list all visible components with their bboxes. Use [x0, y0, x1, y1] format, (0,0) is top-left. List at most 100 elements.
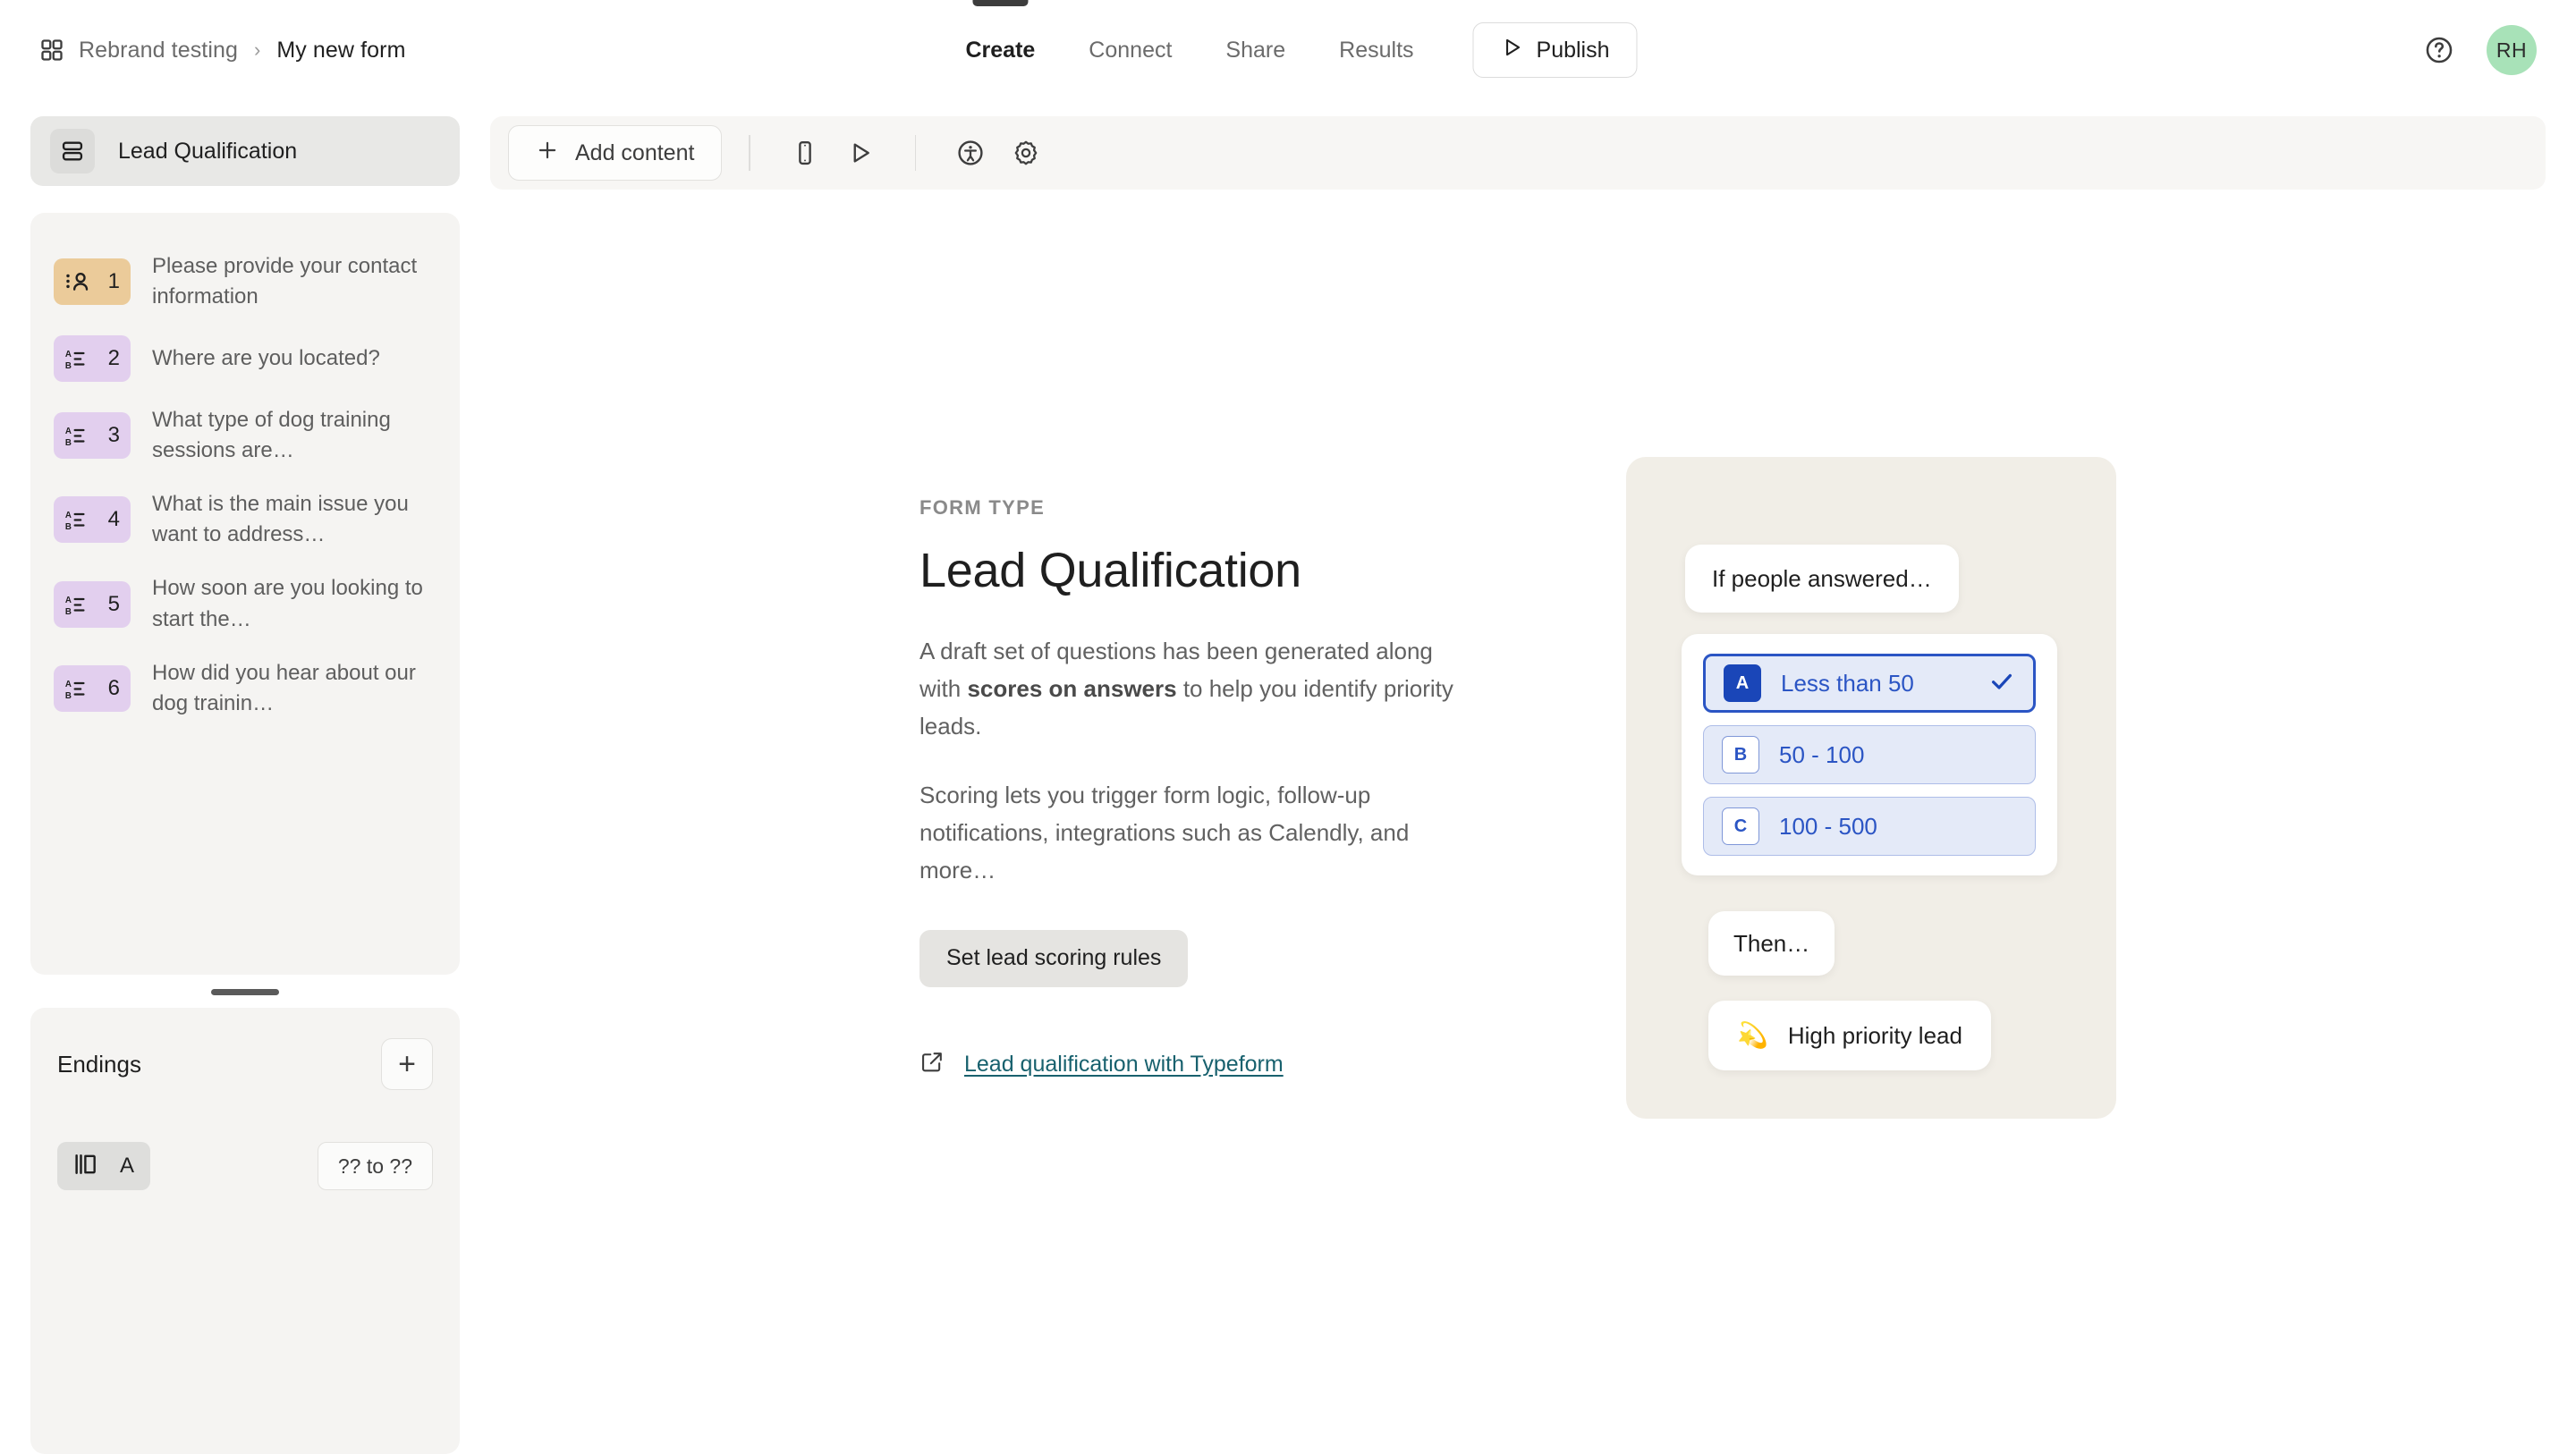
form-type-eyebrow: FORM TYPE	[919, 496, 1046, 520]
shooting-star-icon: 💫	[1737, 1021, 1768, 1049]
top-header: Rebrand testing › My new form Create Con…	[0, 0, 2576, 100]
toolbar-divider	[914, 135, 917, 171]
answer-option-a[interactable]: A Less than 50	[1703, 654, 2036, 713]
endings-panel: Endings + A ?? to ??	[30, 1008, 460, 1454]
editor-toolbar: Add content	[490, 116, 2546, 190]
option-label-c: 100 - 500	[1779, 812, 1877, 840]
tab-create[interactable]: Create	[938, 0, 1062, 100]
svg-text:B: B	[65, 438, 72, 447]
question-title: Where are you located?	[152, 346, 380, 371]
main-nav-tabs: Create Connect Share Results Publish	[938, 0, 1638, 100]
sidebar-resize-handle[interactable]	[211, 989, 279, 995]
list-item[interactable]: A B 3 What type of dog training sessions…	[30, 393, 460, 478]
question-number: 3	[107, 423, 120, 448]
sidebar-group-header[interactable]: Lead Qualification	[30, 116, 460, 186]
check-icon	[1988, 668, 2015, 699]
add-content-button[interactable]: Add content	[508, 125, 723, 181]
option-key-b: B	[1722, 736, 1759, 773]
description-paragraph-2: Scoring lets you trigger form logic, fol…	[919, 781, 1410, 883]
list-item[interactable]: A B 2 Where are you located?	[30, 324, 460, 393]
svg-text:B: B	[65, 606, 72, 615]
publish-label: Publish	[1536, 37, 1610, 63]
answer-options-card: A Less than 50 B 50 - 100 C 100 - 500	[1682, 634, 2057, 875]
question-number: 1	[107, 269, 120, 294]
if-condition-bubble: If people answered…	[1685, 545, 1959, 613]
question-title: What is the main issue you want to addre…	[152, 492, 409, 547]
description-paragraph-1: A draft set of questions has been genera…	[919, 632, 1456, 745]
question-title: How did you hear about our dog trainin…	[152, 660, 416, 715]
high-priority-lead-label: High priority lead	[1787, 1021, 1962, 1049]
main-area: Add content FORM TYPE Lead Qualification…	[490, 100, 2576, 1454]
endings-title: Endings	[57, 1050, 141, 1078]
question-number: 4	[107, 507, 120, 532]
question-title: What type of dog training sessions are…	[152, 408, 391, 463]
svg-text:A: A	[65, 350, 72, 359]
question-title: Please provide your contact information	[152, 254, 418, 309]
tab-connect[interactable]: Connect	[1062, 0, 1199, 100]
lead-qualification-doc-link[interactable]: Lead qualification with Typeform	[964, 1052, 1284, 1078]
breadcrumb-form-name[interactable]: My new form	[276, 38, 405, 63]
svg-text:B: B	[65, 691, 72, 700]
editor-canvas: FORM TYPE Lead Qualification A draft set…	[490, 190, 2546, 1454]
question-title: How soon are you looking to start the…	[152, 576, 423, 631]
settings-gear-icon[interactable]	[998, 125, 1054, 181]
multiple-choice-icon: A B 5	[54, 580, 131, 628]
multiple-choice-icon: A B 3	[54, 412, 131, 460]
breadcrumb-workspace[interactable]: Rebrand testing	[79, 38, 238, 63]
question-number: 5	[107, 591, 120, 616]
header-right-actions: RH	[2424, 25, 2537, 75]
answer-option-c[interactable]: C 100 - 500	[1703, 797, 2036, 856]
ending-screen-icon	[73, 1153, 100, 1180]
publish-play-icon	[1501, 36, 1524, 65]
svg-text:A: A	[65, 595, 72, 604]
option-key-a: A	[1724, 664, 1761, 702]
multiple-choice-icon: A B 4	[54, 496, 131, 544]
sidebar-group-title: Lead Qualification	[118, 138, 298, 164]
toolbar-divider	[749, 135, 750, 171]
question-number: 2	[107, 346, 120, 371]
page-title: Lead Qualification	[919, 544, 1301, 598]
list-item[interactable]: 1 Please provide your contact informatio…	[30, 240, 460, 324]
multiple-choice-icon: A B 2	[54, 335, 131, 383]
list-item[interactable]: A ?? to ??	[57, 1142, 433, 1190]
questions-list: 1 Please provide your contact informatio…	[30, 213, 460, 975]
list-item[interactable]: A B 5 How soon are you looking to start …	[30, 562, 460, 646]
svg-text:B: B	[65, 361, 72, 370]
answer-option-b[interactable]: B 50 - 100	[1703, 725, 2036, 784]
svg-text:B: B	[65, 522, 72, 531]
body-layout: Lead Qualification 1 Please provide your…	[0, 100, 2576, 1454]
tab-share[interactable]: Share	[1199, 0, 1312, 100]
tab-results[interactable]: Results	[1312, 0, 1440, 100]
doc-link-row: Lead qualification with Typeform	[919, 1050, 1456, 1079]
avatar[interactable]: RH	[2487, 25, 2537, 75]
external-link-icon	[919, 1050, 945, 1079]
plus-icon	[536, 139, 559, 168]
add-content-label: Add content	[575, 139, 695, 165]
publish-button[interactable]: Publish	[1472, 22, 1638, 78]
option-label-a: Less than 50	[1781, 669, 1914, 697]
paragraph-1-emphasis: scores on answers	[967, 675, 1177, 703]
ending-badge[interactable]: A	[57, 1142, 151, 1190]
mobile-preview-icon[interactable]	[777, 125, 833, 181]
set-lead-scoring-rules-button[interactable]: Set lead scoring rules	[919, 929, 1189, 987]
grid-icon[interactable]	[39, 38, 64, 63]
svg-text:A: A	[65, 680, 72, 689]
then-bubble: Then…	[1708, 911, 1835, 976]
list-item[interactable]: A B 4 What is the main issue you want to…	[30, 478, 460, 562]
breadcrumb-separator: ›	[254, 38, 261, 61]
add-ending-button[interactable]: +	[381, 1038, 433, 1090]
left-sidebar: Lead Qualification 1 Please provide your…	[0, 100, 490, 1454]
svg-text:A: A	[65, 511, 72, 520]
svg-text:A: A	[65, 427, 72, 436]
ending-letter: A	[120, 1154, 135, 1178]
option-label-b: 50 - 100	[1779, 740, 1865, 768]
ending-score-range[interactable]: ?? to ??	[317, 1142, 433, 1190]
list-item[interactable]: A B 6 How did you hear about our dog tra…	[30, 647, 460, 731]
high-priority-lead-bubble: 💫 High priority lead	[1708, 1001, 1991, 1070]
option-key-c: C	[1722, 807, 1759, 845]
breadcrumb: Rebrand testing › My new form	[39, 38, 406, 63]
help-circle-icon[interactable]	[2424, 35, 2454, 65]
accessibility-icon[interactable]	[943, 125, 998, 181]
preview-play-icon[interactable]	[833, 125, 888, 181]
form-group-icon	[50, 129, 95, 173]
